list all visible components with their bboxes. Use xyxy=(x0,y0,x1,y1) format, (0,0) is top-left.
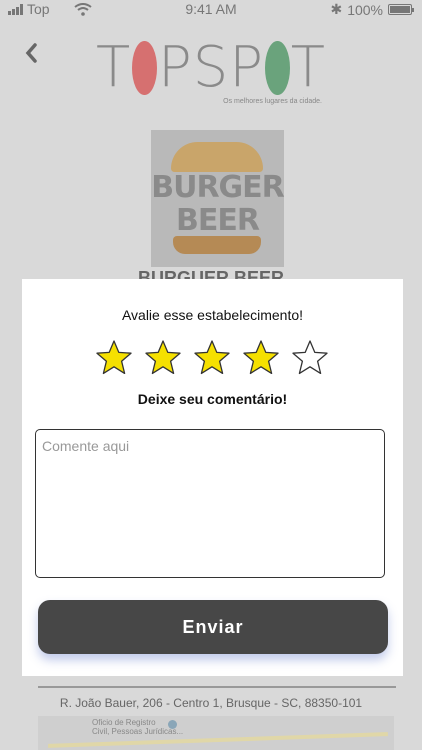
back-button[interactable] xyxy=(24,38,38,72)
logo-tagline: Os melhores lugares da cidade. xyxy=(223,98,322,105)
location-map[interactable]: Oficio de Registro Civil, Pessoas Jurídi… xyxy=(38,716,394,750)
battery-icon xyxy=(388,4,414,15)
restaurant-image: BURGER BEER xyxy=(151,130,285,267)
topspot-logo: T PSP T Os melhores lugares da cidade. xyxy=(96,40,326,110)
status-bar: Top 9:41 AM ✱ 100% xyxy=(0,0,422,20)
star-filled-icon[interactable] xyxy=(193,339,231,377)
chevron-left-icon xyxy=(25,43,37,63)
status-right: ✱ 100% xyxy=(330,1,414,18)
star-filled-icon[interactable] xyxy=(95,339,133,377)
comment-heading: Deixe seu comentário! xyxy=(137,391,288,407)
restaurant-address: R. João Bauer, 206 - Centro 1, Brusque -… xyxy=(59,696,363,710)
battery-percent: 100% xyxy=(347,1,383,18)
comment-input[interactable] xyxy=(35,429,385,578)
send-button[interactable]: Enviar xyxy=(38,600,388,654)
star-rating[interactable] xyxy=(95,339,329,377)
modal-title: Avalie esse estabelecimento! xyxy=(121,307,304,323)
rating-modal: Avalie esse estabelecimento! Deixe seu c… xyxy=(22,279,403,676)
star-filled-icon[interactable] xyxy=(144,339,182,377)
star-empty-icon[interactable] xyxy=(291,339,329,377)
map-pin-icon xyxy=(168,720,177,729)
logo-wordmark: T PSP T xyxy=(96,35,326,100)
divider xyxy=(38,686,396,688)
star-filled-icon[interactable] xyxy=(242,339,280,377)
bluetooth-icon: ✱ xyxy=(330,1,343,17)
